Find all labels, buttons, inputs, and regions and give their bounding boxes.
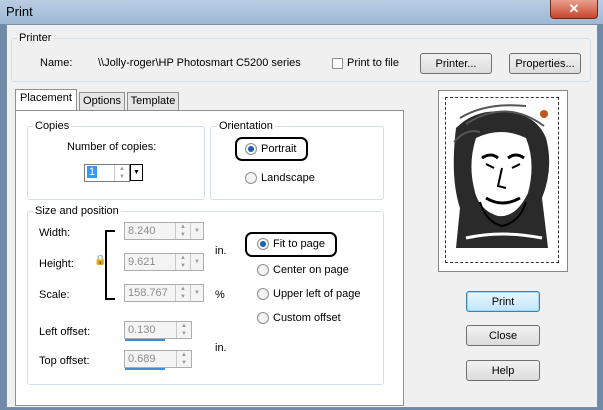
preview-page [445, 97, 559, 263]
width-label: Width: [39, 227, 71, 239]
width-spinner[interactable]: 8.240 ▲ ▼ ▼ [124, 222, 204, 240]
printer-name-value: \\Jolly-roger\HP Photosmart C5200 series [98, 57, 301, 69]
upper-left-radio[interactable] [257, 288, 269, 300]
size-unit-label: in. [215, 245, 227, 257]
copies-spin-arrows[interactable]: ▲ ▼ [114, 165, 129, 181]
upper-left-label[interactable]: Upper left of page [273, 288, 360, 300]
tab-placement[interactable]: Placement [15, 89, 77, 110]
tab-options[interactable]: Options [79, 92, 125, 110]
printer-button[interactable]: Printer... [420, 53, 492, 74]
left-offset-spinner[interactable]: 0.130 ▲ ▼ [124, 321, 192, 341]
portrait-label[interactable]: Portrait [261, 143, 296, 155]
height-spinner[interactable]: 9.621 ▲ ▼ ▼ [124, 253, 204, 271]
print-dialog: Printer Name: \\Jolly-roger\HP Photosmar… [6, 24, 598, 408]
custom-offset-radio[interactable] [257, 312, 269, 324]
left-offset-label: Left offset: [39, 326, 91, 338]
top-offset-spin-arrows[interactable]: ▲ ▼ [176, 351, 191, 367]
height-dropdown[interactable]: ▼ [190, 254, 203, 270]
landscape-label[interactable]: Landscape [261, 172, 315, 184]
top-offset-spinner[interactable]: 0.689 ▲ ▼ [124, 350, 192, 370]
left-offset-spin-arrows[interactable]: ▲ ▼ [176, 322, 191, 338]
orientation-group-label: Orientation [217, 120, 275, 132]
top-offset-label: Top offset: [39, 355, 90, 367]
custom-offset-label[interactable]: Custom offset [273, 312, 341, 324]
printer-group-label: Printer [17, 32, 54, 44]
proportion-bracket [105, 230, 115, 300]
width-value: 8.240 [128, 225, 156, 237]
copies-group [27, 126, 205, 200]
landscape-radio[interactable] [245, 172, 257, 184]
scale-value: 158.767 [128, 287, 168, 299]
window-title: Print [6, 4, 33, 19]
print-preview [438, 90, 568, 272]
scale-spin-arrows[interactable]: ▲ ▼ [175, 285, 190, 301]
offset-unit-label: in. [215, 342, 227, 354]
preview-image [446, 98, 558, 262]
height-spin-arrows[interactable]: ▲ ▼ [175, 254, 190, 270]
copies-spinner[interactable]: 1 ▲ ▼ [84, 164, 130, 182]
height-label: Height: [39, 258, 74, 270]
window-close-button[interactable]: ✕ [550, 0, 598, 19]
copies-value[interactable]: 1 [87, 166, 98, 178]
copies-dropdown-button[interactable]: ▼ [130, 164, 143, 181]
scale-dropdown[interactable]: ▼ [190, 285, 203, 301]
print-to-file-label[interactable]: Print to file [347, 57, 399, 69]
help-button[interactable]: Help [466, 360, 540, 381]
scale-spinner[interactable]: 158.767 ▲ ▼ ▼ [124, 284, 204, 302]
print-to-file-checkbox[interactable] [332, 58, 343, 69]
scale-unit-label: % [215, 289, 225, 301]
fit-to-page-radio[interactable] [257, 238, 269, 250]
left-offset-value: 0.130 [128, 324, 156, 336]
size-position-group-label: Size and position [33, 205, 121, 217]
properties-button[interactable]: Properties... [509, 53, 581, 74]
scale-label: Scale: [39, 289, 70, 301]
print-button[interactable]: Print [466, 291, 540, 312]
width-dropdown[interactable]: ▼ [190, 223, 203, 239]
center-on-page-label[interactable]: Center on page [273, 264, 349, 276]
title-bar: Print ✕ [0, 0, 603, 24]
number-of-copies-label: Number of copies: [67, 141, 157, 153]
copies-group-label: Copies [33, 120, 72, 132]
width-spin-arrows[interactable]: ▲ ▼ [175, 223, 190, 239]
close-button[interactable]: Close [466, 325, 540, 346]
printer-name-label: Name: [40, 57, 73, 69]
tab-template[interactable]: Template [127, 92, 179, 110]
fit-to-page-label[interactable]: Fit to page [273, 238, 325, 250]
top-offset-value: 0.689 [128, 353, 156, 365]
portrait-radio[interactable] [245, 143, 257, 155]
height-value: 9.621 [128, 256, 156, 268]
top-offset-focus-bar [125, 368, 165, 370]
left-offset-focus-bar [125, 339, 165, 341]
center-on-page-radio[interactable] [257, 264, 269, 276]
